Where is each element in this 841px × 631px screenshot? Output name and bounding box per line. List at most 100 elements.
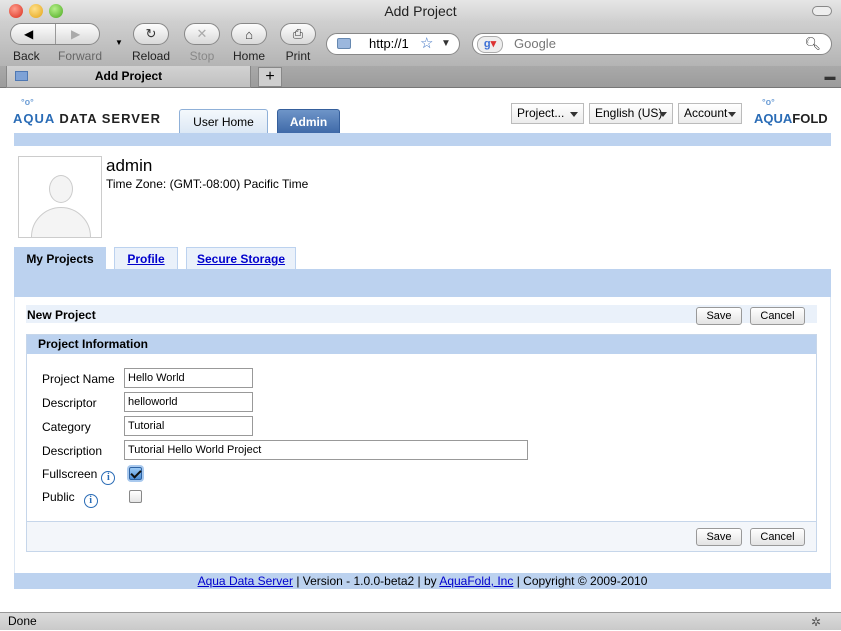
aqua-data-server-link[interactable]: Aqua Data Server [198,574,293,588]
fullscreen-label: Fullscreen i [42,467,116,485]
close-window-button[interactable] [9,4,23,18]
status-bar: Done ✲ [0,612,841,630]
tab-profile[interactable]: Profile [114,247,178,269]
reload-button[interactable]: ↻ Reload [131,23,171,63]
cancel-label: Cancel [760,310,795,322]
bubbles-icon: °o° [762,97,775,107]
descriptor-label: Descriptor [42,396,97,410]
tab-admin-label: Admin [289,115,328,129]
bubbles-icon: °o° [21,97,34,107]
cancel-label: Cancel [760,531,795,543]
back-button[interactable]: Back [13,49,40,63]
tab-secure-storage-label: Secure Storage [196,252,286,266]
stop-button[interactable]: ✕ Stop [182,23,222,63]
aquafold-link[interactable]: AquaFold, Inc [439,574,513,588]
fullscreen-checkbox[interactable] [129,467,142,480]
zoom-window-button[interactable] [49,4,63,18]
project-menu-label: Project... [517,106,565,120]
reload-icon: ↻ [133,23,169,45]
search-input[interactable]: Google [514,34,556,54]
fullscreen-label-text: Fullscreen [42,467,98,481]
save-label: Save [706,310,732,322]
description-label: Description [42,444,103,458]
browser-tab-bar: Add Project + ▬ [0,66,841,88]
cancel-button-bottom[interactable]: Cancel [750,528,805,546]
public-checkbox[interactable] [129,490,142,503]
logo-rest-text: FOLD [792,111,828,126]
back-label: Back [13,49,40,63]
section-heading: Project Information [27,335,816,354]
print-button[interactable]: ⎙ Print [278,23,318,63]
save-label: Save [706,531,732,543]
reload-label: Reload [131,49,171,63]
url-dropdown-icon[interactable]: ▼ [441,34,451,54]
descriptor-input[interactable]: helloworld [124,392,253,412]
project-name-label: Project Name [42,372,115,386]
minimize-window-button[interactable] [29,4,43,18]
address-bar[interactable]: http://1 ☆ ▼ [326,33,460,55]
folder-icon [15,71,28,81]
search-box[interactable]: g▾ Google 🔍︎ [472,33,832,55]
page-icon [337,38,351,49]
project-menu[interactable]: Project... [511,103,584,124]
stop-icon: ✕ [184,23,220,45]
category-input[interactable]: Tutorial [124,416,253,436]
copyright-text: | Copyright © 2009-2010 [516,574,648,588]
language-menu-label: English (US) [595,106,663,120]
category-label: Category [42,420,91,434]
back-arrow-icon[interactable]: ◀ [24,27,33,41]
bookmark-star-icon[interactable]: ☆ [420,34,433,54]
save-button-bottom[interactable]: Save [696,528,742,546]
page-content: °o° AQUA DATA SERVER User Home Admin Pro… [0,89,841,612]
aqua-data-server-logo: °o° AQUA DATA SERVER [13,97,161,126]
home-button[interactable]: ⌂ Home [229,23,269,63]
divider [55,24,56,44]
browser-tab-label: Add Project [94,69,163,83]
avatar-head-icon [49,175,73,203]
logo-rest-text: DATA SERVER [59,111,161,126]
language-menu[interactable]: English (US) [589,103,673,124]
public-label-text: Public [42,490,75,504]
version-text: | Version - 1.0.0-beta2 | by [296,574,437,588]
header-band [14,133,831,146]
tab-user-home[interactable]: User Home [179,109,268,133]
search-icon[interactable]: 🔍︎ [804,34,821,54]
new-tab-button[interactable]: + [258,67,282,87]
tab-my-projects-label: My Projects [26,252,94,266]
tab-admin[interactable]: Admin [277,109,340,133]
tab-content-band [14,269,831,297]
toolbar-toggle-button[interactable] [812,6,832,16]
avatar [18,156,102,238]
tab-secure-storage[interactable]: Secure Storage [186,247,296,269]
print-label: Print [285,49,311,63]
window-title: Add Project [384,3,457,19]
google-search-engine-icon[interactable]: g▾ [477,36,503,53]
stop-label: Stop [189,49,215,63]
forward-label: Forward [58,49,103,63]
info-icon[interactable]: i [83,494,98,508]
account-menu-label: Account [684,106,728,120]
forward-arrow-icon[interactable]: ▶ [71,27,80,41]
save-button-top[interactable]: Save [696,307,742,325]
tab-list-icon[interactable]: ▬ [823,70,837,84]
home-icon: ⌂ [231,23,267,45]
tab-my-projects[interactable]: My Projects [14,247,106,269]
history-dropdown-icon[interactable]: ▼ [115,38,123,47]
logo-brand-text: AQUA [13,111,55,126]
print-icon: ⎙ [280,23,316,45]
cancel-button-top[interactable]: Cancel [750,307,805,325]
forward-button[interactable]: Forward [58,49,102,63]
browser-tab[interactable]: Add Project [6,66,251,88]
home-label: Home [232,49,265,63]
avatar-body-icon [31,207,91,237]
account-menu[interactable]: Account [678,103,742,124]
description-input[interactable]: Tutorial Hello World Project [124,440,528,460]
tab-user-home-label: User Home [193,115,254,129]
back-forward-control: ◀ ▶ [10,23,100,45]
url-text[interactable]: http://1 [369,34,409,54]
project-name-input[interactable]: Hello World [124,368,253,388]
info-icon[interactable]: i [101,471,116,485]
aquafold-logo: °o° AQUAFOLD [754,97,828,126]
new-project-title: New Project [27,308,96,322]
public-label: Public i [42,490,98,508]
